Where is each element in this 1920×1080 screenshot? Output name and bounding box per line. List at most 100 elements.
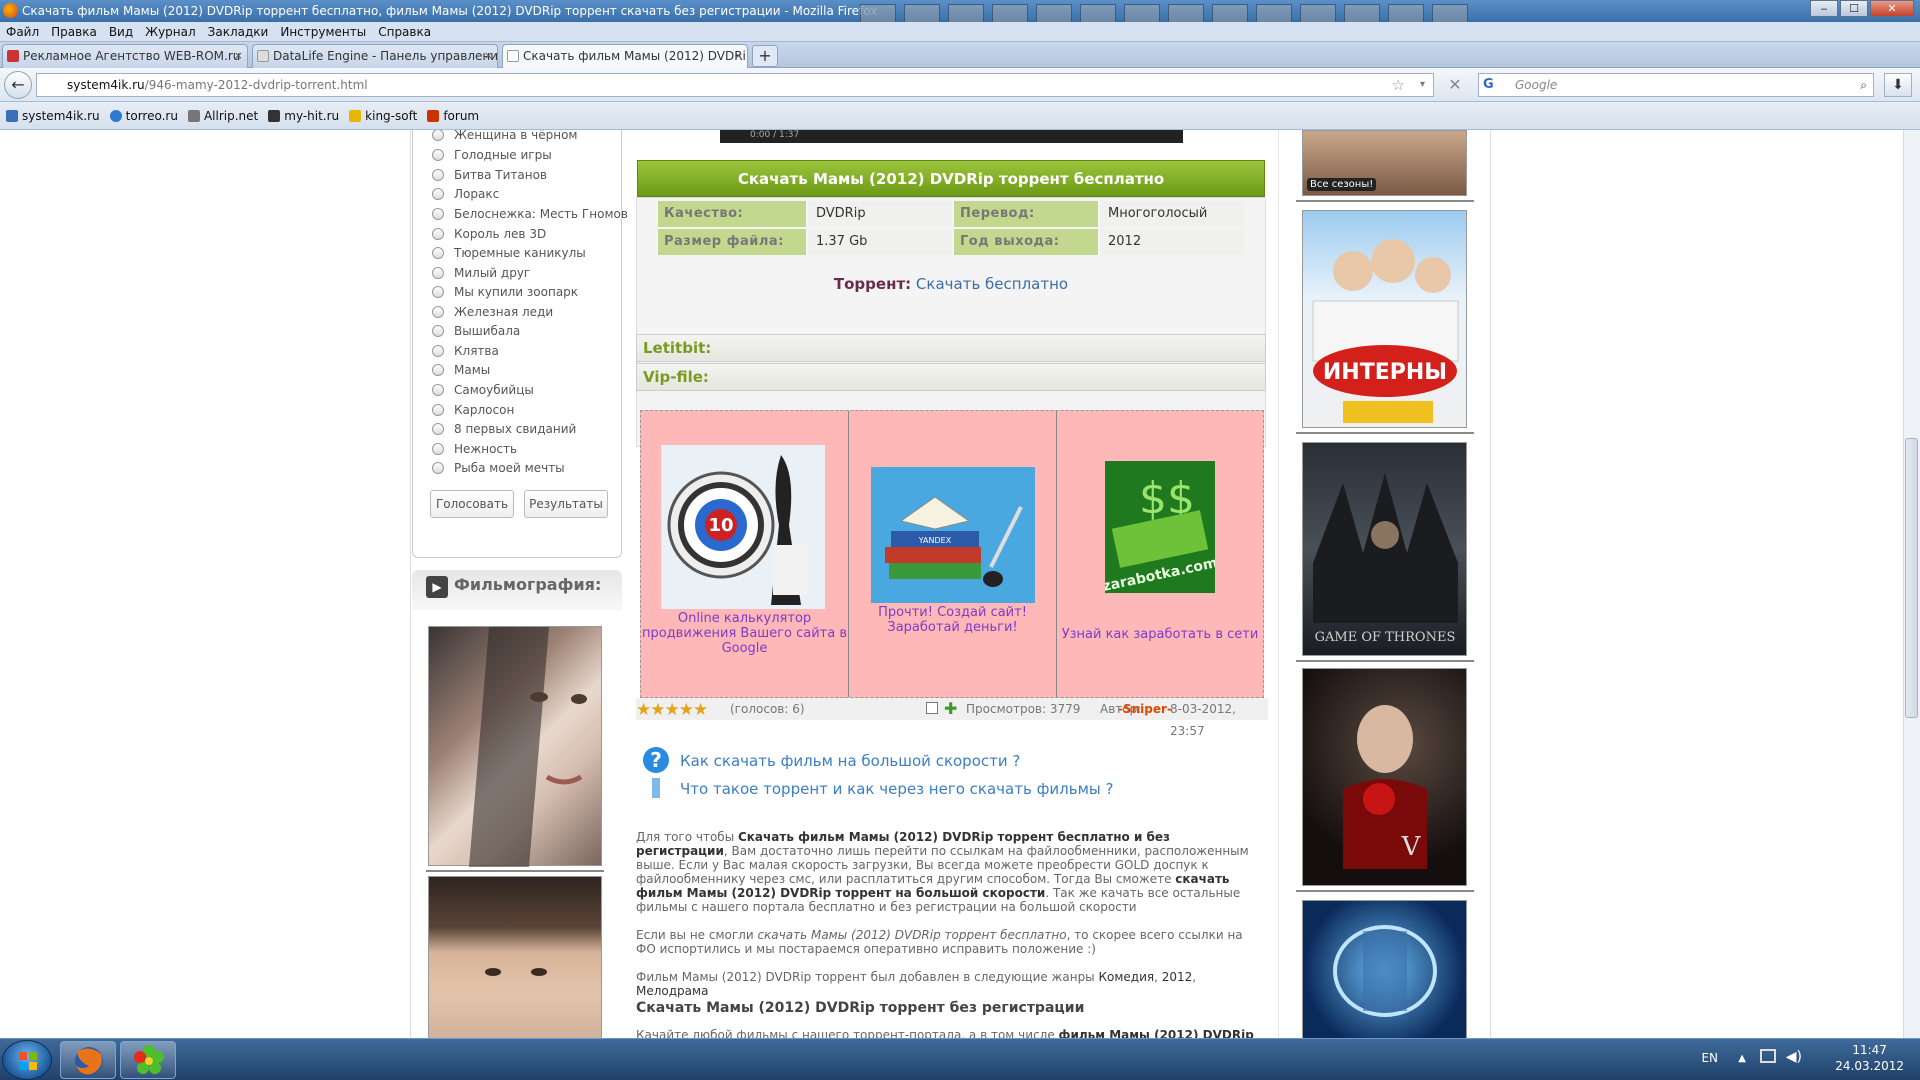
radio-button[interactable] bbox=[432, 364, 444, 376]
minimize-button[interactable]: ‒ bbox=[1810, 0, 1838, 17]
radio-button[interactable] bbox=[432, 286, 444, 298]
tab-close-icon[interactable]: × bbox=[484, 45, 493, 67]
google-icon[interactable]: G bbox=[1483, 77, 1499, 93]
bookmark-torreo[interactable]: torreo.ru bbox=[109, 109, 178, 123]
poll-option-label: Самоубийцы bbox=[454, 383, 534, 397]
poster-vampire[interactable]: V bbox=[1302, 668, 1467, 886]
poll-option-label: Белоснежка: Месть Гномов bbox=[454, 207, 628, 221]
ad-earn-online[interactable]: $$ zarabotka.com Узнай как заработать в … bbox=[1057, 411, 1263, 697]
scrollbar-thumb[interactable] bbox=[1905, 438, 1918, 718]
bookmark-star-icon[interactable]: ☆ bbox=[1392, 74, 1405, 96]
radio-button[interactable] bbox=[432, 423, 444, 435]
author-link[interactable]: -Sniper- bbox=[1118, 698, 1172, 720]
search-icon[interactable]: ⌕ bbox=[1860, 74, 1867, 96]
menu-bookmarks[interactable]: Закладки bbox=[202, 22, 275, 41]
genre-link[interactable]: Комедия bbox=[1098, 970, 1154, 984]
network-icon[interactable] bbox=[1760, 1049, 1776, 1063]
actor-photo[interactable] bbox=[428, 876, 602, 1038]
radio-button[interactable] bbox=[432, 462, 444, 474]
tab-datalife[interactable]: DataLife Engine - Панель управления × bbox=[252, 44, 498, 68]
menu-help[interactable]: Справка bbox=[372, 22, 437, 41]
tray-arrow-icon[interactable]: ▲ bbox=[1738, 1053, 1746, 1064]
bookmarks-bar: system4ik.ru torreo.ru Allrip.net my-hit… bbox=[0, 102, 1920, 130]
column-divider bbox=[1278, 130, 1279, 1038]
results-button[interactable]: Результаты bbox=[524, 490, 608, 518]
mirror-vip-file[interactable]: Vip-file: bbox=[636, 363, 1266, 391]
poll-option-label: 8 первых свиданий bbox=[454, 422, 577, 436]
radio-button[interactable] bbox=[432, 169, 444, 181]
bookmark-icon bbox=[268, 109, 281, 122]
bookmark-system4ik[interactable]: system4ik.ru bbox=[6, 109, 100, 123]
bookmark-my-hit[interactable]: my-hit.ru bbox=[268, 109, 339, 123]
year-value: 2012 bbox=[1100, 229, 1244, 255]
page-border-right bbox=[1490, 130, 1491, 1038]
clock[interactable]: 11:47 24.03.2012 bbox=[1835, 1042, 1904, 1074]
torrent-download-link[interactable]: Скачать бесплатно bbox=[916, 275, 1068, 293]
stop-button[interactable]: ✕ bbox=[1444, 75, 1466, 95]
rating-stars-icon[interactable]: ★★★★★ bbox=[636, 699, 708, 721]
window-title-bar[interactable]: Скачать фильм Мамы (2012) DVDRip торрент… bbox=[0, 0, 1920, 22]
url-dropdown-icon[interactable]: ▾ bbox=[1420, 74, 1425, 96]
tab-active-film[interactable]: Скачать фильм Мамы (2012) DVDRi... × bbox=[502, 44, 748, 68]
taskbar-icq[interactable] bbox=[120, 1041, 176, 1079]
radio-button[interactable] bbox=[432, 325, 444, 337]
start-button[interactable] bbox=[2, 1040, 52, 1080]
bookmark-allrip[interactable]: Allrip.net bbox=[187, 109, 258, 123]
bookmark-forum[interactable]: forum bbox=[427, 109, 479, 123]
radio-button[interactable] bbox=[432, 208, 444, 220]
poll-option-label: Битва Титанов bbox=[454, 168, 547, 182]
ad-seo-calculator[interactable]: 10 Online калькулятор продвижения Вашего… bbox=[641, 411, 849, 697]
radio-button[interactable] bbox=[432, 306, 444, 318]
tab-close-icon[interactable]: × bbox=[734, 45, 743, 67]
language-indicator[interactable]: EN bbox=[1701, 1051, 1718, 1065]
downloads-button[interactable]: ⬇ bbox=[1884, 73, 1912, 97]
poster-interny[interactable]: ИНТЕРНЫ bbox=[1302, 210, 1467, 428]
radio-button[interactable] bbox=[432, 247, 444, 259]
maximize-button[interactable]: ☐ bbox=[1840, 0, 1868, 17]
menu-edit[interactable]: Правка bbox=[45, 22, 103, 41]
poll-option-label: Железная леди bbox=[454, 305, 554, 319]
genre-link[interactable]: Мелодрама bbox=[636, 984, 708, 998]
firefox-icon bbox=[3, 3, 18, 18]
tab-web-rom[interactable]: Рекламное Агентство WEB-ROM.ru × bbox=[2, 44, 248, 68]
back-button[interactable]: ← bbox=[4, 71, 32, 99]
faq-what-is-torrent-link[interactable]: Что такое торрент и как через него скача… bbox=[680, 780, 1113, 798]
new-tab-button[interactable]: + bbox=[752, 45, 778, 67]
add-plus-icon[interactable]: ✚ bbox=[944, 698, 957, 720]
actor-photo[interactable] bbox=[428, 626, 602, 867]
clock-date: 24.03.2012 bbox=[1835, 1059, 1904, 1073]
url-bar[interactable]: system4ik.ru/946-mamy-2012-dvdrip-torren… bbox=[36, 73, 1434, 97]
edit-icon[interactable] bbox=[926, 702, 938, 714]
thumbnail-icon bbox=[1080, 4, 1116, 22]
poster-sci-fi[interactable] bbox=[1302, 900, 1467, 1038]
menu-view[interactable]: Вид bbox=[103, 22, 139, 41]
poster-game-of-thrones[interactable]: GAME OF THRONES bbox=[1302, 442, 1467, 656]
ad-create-site[interactable]: YANDEX Прочти! Создай сайт! Заработай де… bbox=[849, 411, 1057, 697]
radio-button[interactable] bbox=[432, 267, 444, 279]
radio-button[interactable] bbox=[432, 228, 444, 240]
poster-label: Все сезоны! bbox=[1307, 178, 1377, 191]
close-button[interactable]: ✕ bbox=[1870, 0, 1914, 17]
video-player[interactable]: 0:00 / 1:37 bbox=[720, 130, 1183, 143]
search-input[interactable]: G Google ⌕ bbox=[1478, 73, 1874, 97]
faq-fast-download-link[interactable]: Как скачать фильм на большой скорости ? bbox=[680, 752, 1020, 770]
menu-tools[interactable]: Инструменты bbox=[274, 22, 372, 41]
page-scrollbar[interactable] bbox=[1903, 130, 1920, 1038]
poster-series[interactable]: Все сезоны! bbox=[1302, 130, 1467, 196]
poll-option-label: Король лев 3D bbox=[454, 227, 547, 241]
menu-history[interactable]: Журнал bbox=[139, 22, 202, 41]
radio-button[interactable] bbox=[432, 149, 444, 161]
radio-button[interactable] bbox=[432, 384, 444, 396]
volume-icon[interactable]: ◀) bbox=[1786, 1049, 1802, 1065]
mirror-letitbit[interactable]: Letitbit: bbox=[636, 334, 1266, 362]
tab-close-icon[interactable]: × bbox=[234, 45, 243, 67]
taskbar-firefox[interactable] bbox=[60, 1041, 116, 1079]
radio-button[interactable] bbox=[432, 188, 444, 200]
radio-button[interactable] bbox=[432, 404, 444, 416]
radio-button[interactable] bbox=[432, 345, 444, 357]
radio-button[interactable] bbox=[432, 443, 444, 455]
bookmark-king-soft[interactable]: king-soft bbox=[349, 109, 417, 123]
genre-link[interactable]: 2012 bbox=[1162, 970, 1193, 984]
menu-file[interactable]: Файл bbox=[0, 22, 45, 41]
vote-button[interactable]: Голосовать bbox=[430, 490, 514, 518]
